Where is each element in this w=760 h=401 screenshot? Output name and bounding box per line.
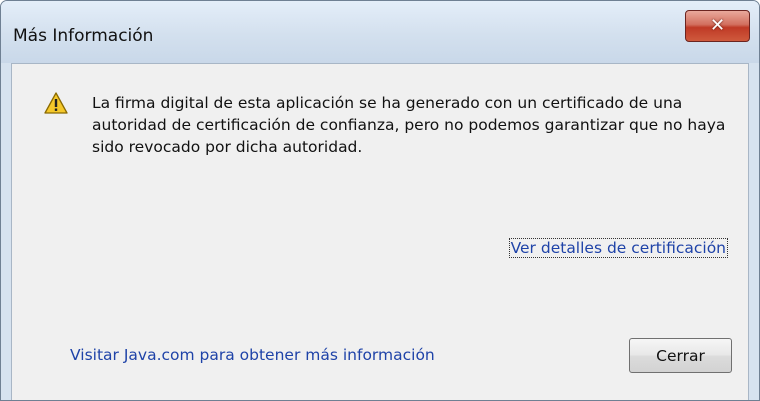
close-icon: ✕ [709, 15, 726, 36]
certificate-details-link[interactable]: Ver detalles de certificación [508, 238, 728, 258]
warning-icon [44, 92, 68, 114]
java-info-link[interactable]: Visitar Java.com para obtener más inform… [70, 346, 435, 364]
dialog-window: Más Información ✕ La firma digital de es… [0, 0, 760, 401]
warning-message: La firma digital de esta aplicación se h… [92, 94, 726, 156]
title-bar[interactable]: Más Información ✕ [1, 1, 759, 63]
window-title: Más Información [13, 26, 154, 46]
dialog-body: La firma digital de esta aplicación se h… [11, 63, 749, 400]
window-close-button[interactable]: ✕ [685, 10, 750, 42]
close-button[interactable]: Cerrar [629, 338, 732, 373]
